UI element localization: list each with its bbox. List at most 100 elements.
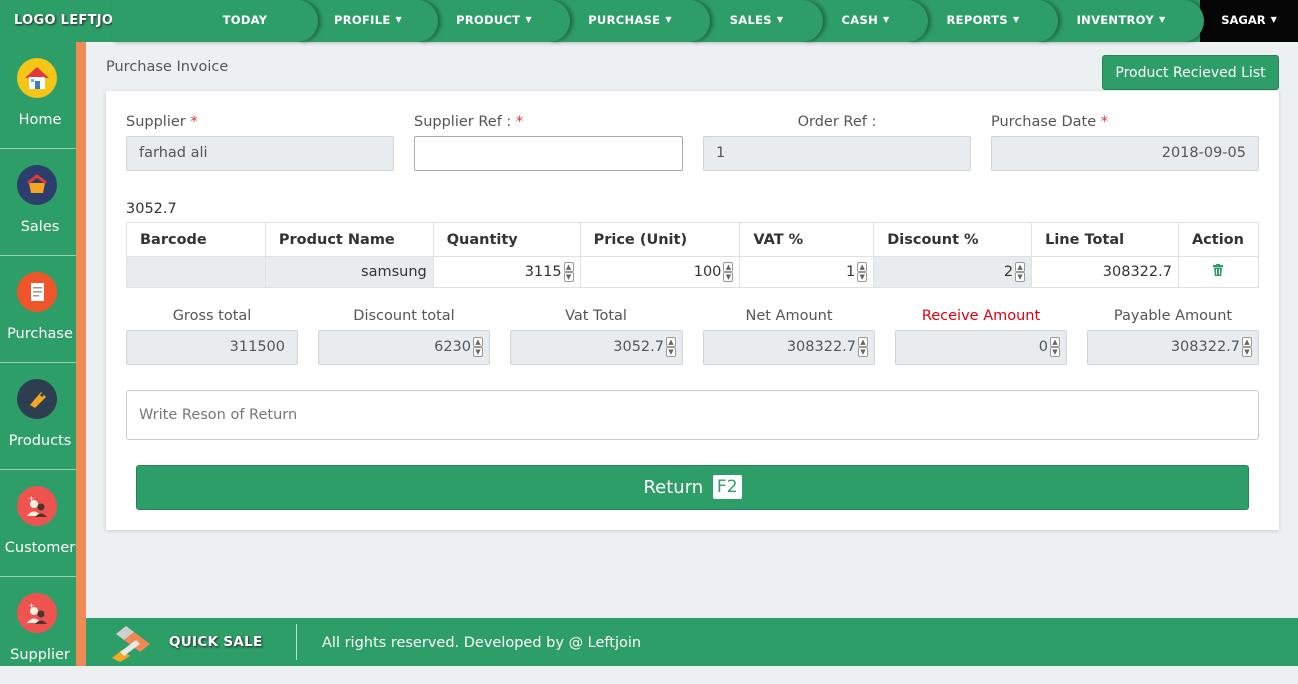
nav-profile[interactable]: PROFILE ▼ [298,0,438,42]
col-header-barcode: Barcode [126,222,266,257]
shortcut-badge: F2 [712,475,742,499]
user-name: SAGAR [1221,13,1266,27]
vat-display: 3052.7 [126,201,177,217]
sidebar-item-customer[interactable]: + Customer [0,470,76,577]
quick-sale-logo-icon[interactable] [110,624,154,662]
receive-amount-stepper[interactable]: ▲ ▼ [1050,337,1060,357]
caret-down-icon: ▼ [1270,15,1277,24]
user-menu[interactable]: SAGAR ▼ [1200,0,1298,42]
product-received-list-button[interactable]: Product Recieved List [1102,55,1279,90]
nav-purchase-label: PURCHASE [588,13,661,27]
sidebar-item-label: Home [18,112,62,128]
col-header-quantity: Quantity [432,222,581,257]
quick-sale-link[interactable]: QUICK SALE [169,634,263,650]
sidebar-item-products[interactable]: Products [0,363,76,470]
price-stepper[interactable]: ▲ ▼ [723,262,734,282]
caret-down-icon: ▼ [776,15,784,24]
return-reason-input[interactable]: Write Reson of Return [126,390,1259,440]
footer: QUICK SALE All rights reserved. Develope… [86,618,1298,666]
supplier-icon: + [17,593,57,633]
nav-reports-label: REPORTS [946,13,1009,27]
order-ref-field[interactable]: 1 [703,136,971,171]
col-header-product-name: Product Name [264,222,434,257]
sidebar-accent-strip [76,42,86,666]
col-header-line-total: Line Total [1031,222,1179,257]
page-title: Purchase Invoice [106,59,229,75]
product-name-cell[interactable]: samsung [264,256,434,288]
supplier-ref-field[interactable] [414,136,683,171]
net-amount-stepper[interactable]: ▲ ▼ [858,337,868,357]
items-table: Barcode Product Name Quantity Price (Uni… [126,222,1260,288]
supplier-field[interactable]: farhad ali [126,136,394,171]
nav-product[interactable]: PRODUCT ▼ [418,0,570,42]
vat-total-field[interactable]: 3052.7 ▲ ▼ [510,330,683,365]
vat-total-label: Vat Total [565,308,627,324]
home-icon [17,58,57,98]
sidebar-item-home[interactable]: Home [0,42,76,149]
net-amount-label: Net Amount [745,308,833,324]
discount-input[interactable]: 2 ▲ ▼ [873,256,1033,288]
sidebar-item-label: Customer [4,540,76,556]
payable-amount-stepper[interactable]: ▲ ▼ [1242,337,1252,357]
quantity-input[interactable]: 3115 ▲ ▼ [432,256,581,288]
receive-amount-field[interactable]: 0 ▲ ▼ [895,330,1067,365]
barcode-cell[interactable] [126,256,266,288]
sidebar-item-purchase[interactable]: Purchase [0,256,76,363]
nav-reports[interactable]: REPORTS ▼ [908,0,1058,42]
tag-icon [17,379,57,419]
customer-icon: + [17,486,57,526]
nav-today-label: TODAY [222,13,268,27]
col-header-price: Price (Unit) [579,222,741,257]
quantity-stepper[interactable]: ▲ ▼ [563,262,574,282]
nav-inventory[interactable]: INVENTROY ▼ [1038,0,1204,42]
copyright-text: All rights reserved. Developed by @ Left… [322,635,642,651]
discount-stepper[interactable]: ▲ ▼ [1015,262,1026,282]
caret-down-icon: ▼ [665,15,672,24]
caret-down-icon: ▼ [1158,15,1166,24]
gross-total-label: Gross total [172,308,252,324]
supplier-label: Supplier * [126,114,198,130]
payable-amount-field[interactable]: 308322.7 ▲ ▼ [1087,330,1259,365]
table-row: samsung 3115 ▲ ▼ 100 ▲ ▼ 1 ▲ ▼ 2 ▲ ▼ 308322.7 [126,256,1260,288]
caret-down-icon: ▼ [525,15,532,24]
sidebar-item-label: Products [8,433,72,449]
price-input[interactable]: 100 ▲ ▼ [579,256,741,288]
top-navbar: LOGO LEFTJOIN TODAY PROFILE ▼ PRODUCT ▼ PU… [0,0,1298,42]
svg-text:+: + [28,494,35,503]
vat-stepper[interactable]: ▲ ▼ [857,262,868,282]
purchase-date-field[interactable]: 2018-09-05 [991,136,1259,171]
nav-sales-label: SALES [729,13,772,27]
table-header-row: Barcode Product Name Quantity Price (Uni… [126,222,1260,257]
svg-text:+: + [28,601,35,610]
net-amount-field[interactable]: 308322.7 ▲ ▼ [703,330,875,365]
col-header-discount: Discount % [873,222,1033,257]
nav-today[interactable]: TODAY [112,0,318,42]
sidebar: Home Sales Purchase Products + Customer … [0,42,76,666]
gross-total-field[interactable]: 311500 [126,330,298,365]
sidebar-item-label: Sales [20,219,60,235]
col-header-action: Action [1177,222,1260,257]
return-button[interactable]: Return F2 [136,465,1249,510]
sidebar-item-label: Purchase [7,326,73,342]
caret-down-icon: ▼ [1013,15,1020,24]
nav-cash-label: CASH [841,13,878,27]
discount-total-stepper[interactable]: ▲ ▼ [473,337,483,357]
order-ref-label: Order Ref : [797,114,877,130]
supplier-ref-label: Supplier Ref : * [414,114,524,130]
receive-amount-label: Receive Amount [921,308,1041,324]
nav-profile-label: PROFILE [334,13,391,27]
return-button-label: Return [643,477,704,498]
purchase-icon [17,272,57,312]
sidebar-item-supplier[interactable]: + Supplier [0,577,76,684]
caret-down-icon: ▼ [883,15,890,24]
action-cell [1177,256,1260,288]
footer-divider [296,624,297,660]
vat-input[interactable]: 1 ▲ ▼ [739,256,875,288]
vat-total-stepper[interactable]: ▲ ▼ [666,337,676,357]
nav-inventory-label: INVENTROY [1076,13,1154,27]
discount-total-label: Discount total [353,308,455,324]
discount-total-field[interactable]: 6230 ▲ ▼ [318,330,490,365]
trash-icon[interactable] [1213,264,1224,280]
sidebar-item-sales[interactable]: Sales [0,149,76,256]
nav-purchase[interactable]: PURCHASE ▼ [550,0,710,42]
